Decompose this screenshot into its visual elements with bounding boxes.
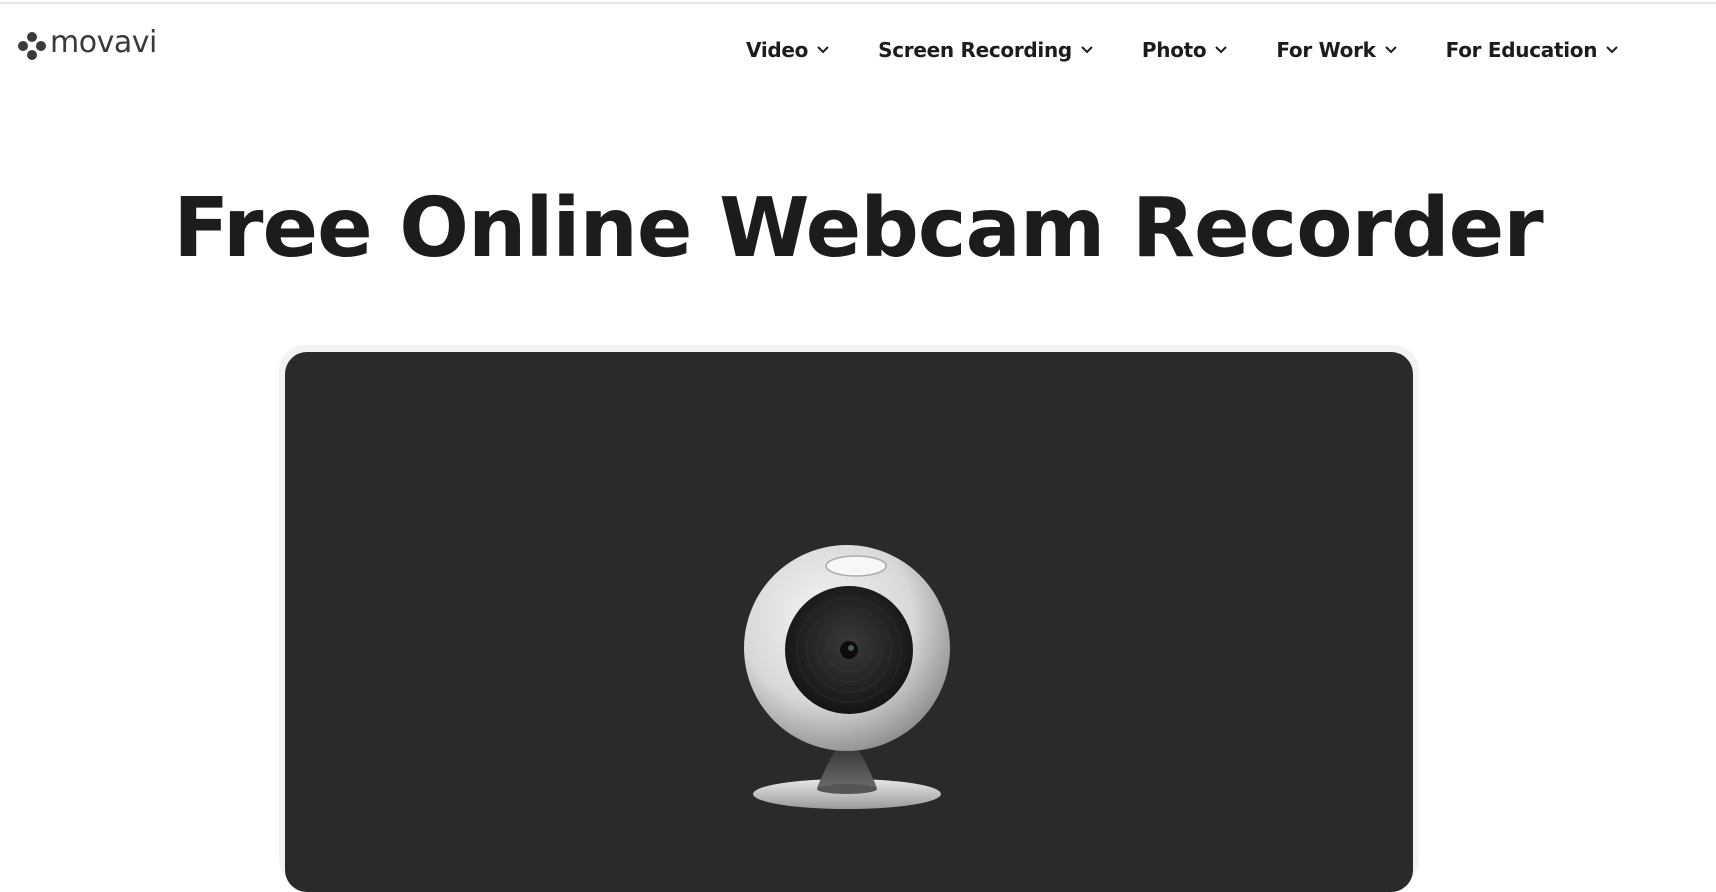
nav-item-for-education[interactable]: For Education [1446,38,1619,62]
nav-item-label: Video [746,38,809,62]
nav-item-label: For Education [1445,38,1598,62]
chevron-down-icon [1384,46,1397,54]
chevron-down-icon [1606,46,1618,54]
logo-text: movavi [50,25,157,60]
chevron-down-icon [1081,46,1093,54]
site-header: movavi Video Screen Recording Photo For … [0,4,1716,94]
main-nav: Video Screen Recording Photo For Work Fo… [746,38,1619,62]
movavi-logo[interactable]: movavi [18,28,157,60]
chevron-down-icon [1215,46,1228,54]
nav-item-label: Screen Recording [878,38,1072,62]
nav-item-screen-recording[interactable]: Screen Recording [878,38,1094,62]
nav-item-photo[interactable]: Photo [1142,38,1228,62]
nav-item-label: Photo [1141,38,1207,62]
page-title: Free Online Webcam Recorder [173,181,1543,276]
nav-item-video[interactable]: Video [746,38,830,62]
webcam-icon [744,545,950,809]
nav-item-label: For Work [1276,38,1376,62]
chevron-down-icon [817,46,829,54]
nav-item-for-work[interactable]: For Work [1276,38,1397,62]
logo-dots-icon [18,32,46,60]
recorder-preview[interactable] [285,352,1413,892]
